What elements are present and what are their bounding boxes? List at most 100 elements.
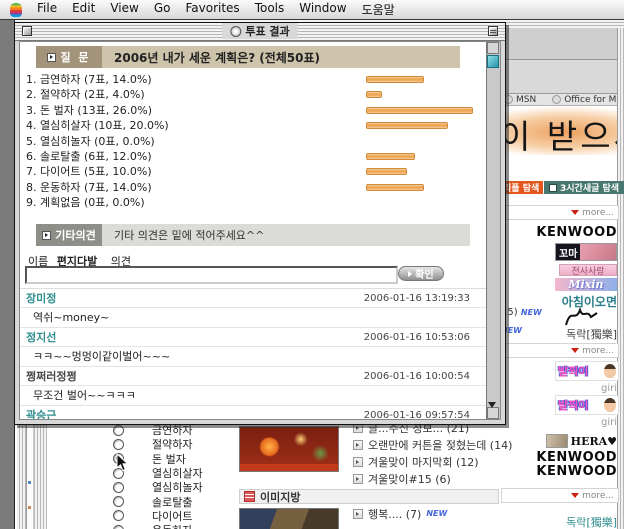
window-title: 투표 결과 xyxy=(222,23,297,39)
menu-item[interactable]: Tools xyxy=(255,1,285,18)
scrollbar-thumb[interactable] xyxy=(487,55,499,68)
poll-result-bar xyxy=(366,91,382,98)
vertical-scrollbar[interactable] xyxy=(486,42,500,419)
comment-text: 역쉬~money~ xyxy=(33,311,109,324)
poll-result-bar xyxy=(366,153,415,160)
comment-timestamp: 2006-01-16 10:00:54 xyxy=(364,371,470,382)
poll-item-row: 6. 솔로탈출 (6표, 12.0%) xyxy=(26,149,480,164)
favorites-item-msn[interactable]: MSN xyxy=(504,95,536,105)
lantern-photo-thumbnail[interactable] xyxy=(239,426,339,472)
radio-button[interactable] xyxy=(113,525,124,529)
menu-item[interactable]: 도움말 xyxy=(362,1,395,18)
poll-option-row: 운동하자 xyxy=(113,523,203,529)
poll-result-bar xyxy=(366,122,448,129)
poll-item-row: 7. 다이어트 (5표, 10.0%) xyxy=(26,164,480,179)
menu-item[interactable]: View xyxy=(110,1,138,18)
face-image xyxy=(604,398,616,412)
more-link[interactable]: more... xyxy=(501,343,619,358)
comment-header-row: 장미정2006-01-16 13:19:33 xyxy=(20,289,486,308)
radio-button[interactable] xyxy=(113,510,124,521)
radio-button[interactable] xyxy=(113,439,124,450)
ad-koma-banner[interactable]: 꼬마 xyxy=(555,243,617,261)
menu-item[interactable]: Go xyxy=(154,1,171,18)
image-room-section-header[interactable]: 이미지방 xyxy=(239,489,499,504)
question-label-text: 질 문 xyxy=(60,49,90,65)
ad-mixin-banner[interactable]: Mixin xyxy=(555,278,617,291)
folder-icon xyxy=(244,491,255,502)
ad-kenwood[interactable]: KENWOOD xyxy=(501,464,617,479)
scroll-up-arrow-icon[interactable] xyxy=(487,42,499,54)
poll-result-bar xyxy=(366,184,424,191)
board-item-text: 오랜만에 커튼을 젖혔는데 (14) xyxy=(368,437,512,453)
collapse-box-icon[interactable] xyxy=(488,26,498,36)
menu-item[interactable]: File xyxy=(37,1,57,18)
ad-hera[interactable]: HERA♥ xyxy=(501,434,617,448)
poll-option-row: 열심히놀자 xyxy=(113,480,203,494)
badge-box-icon xyxy=(549,184,557,192)
apple-menu-icon[interactable] xyxy=(10,3,22,17)
ad-baljjik-banner[interactable]: 발찍이 xyxy=(555,361,619,381)
ad-baljjik-banner[interactable]: 발찍이 xyxy=(555,395,619,415)
ad-kenwood[interactable]: KENWOOD xyxy=(501,450,617,465)
board-item[interactable]: 오랜만에 커튼을 젖혔는데 (14) xyxy=(353,436,518,453)
radio-button[interactable] xyxy=(113,425,124,436)
radio-button[interactable] xyxy=(113,496,124,507)
ad-thumbnail xyxy=(546,434,568,448)
poll-item-text: 5. 열심히놀자 (0표, 0.0%) xyxy=(26,135,155,148)
board-item-text: 겨울맞이 마지막회 (12) xyxy=(368,454,479,470)
poll-window-titlebar[interactable]: 투표 결과 xyxy=(15,23,505,41)
section-title: 이미지방 xyxy=(260,489,300,505)
board-item[interactable]: 겨울맞이#15 (6) xyxy=(353,470,518,487)
board-item[interactable]: 겨울맞이 마지막회 (12) xyxy=(353,453,518,470)
dokrak-link[interactable]: 독락[獨樂] xyxy=(501,514,617,529)
menu-item[interactable]: Edit xyxy=(72,1,95,18)
comment-text-row: 역쉬~money~ xyxy=(20,308,486,328)
post-icon xyxy=(353,474,363,484)
ad-image xyxy=(580,244,616,260)
more-link[interactable]: more... xyxy=(501,488,619,503)
question-text: 2006년 내가 세운 계획은? xyxy=(114,49,255,66)
poll-option-row: 절약하자 xyxy=(113,437,203,451)
comment-author[interactable]: 장미정 xyxy=(26,290,56,306)
board-item[interactable]: 행복.... (7) NEW xyxy=(353,505,518,522)
scroll-down-arrow-icon[interactable] xyxy=(487,407,499,419)
bullet-arrow-icon xyxy=(47,53,56,62)
more-arrow-icon xyxy=(571,348,579,353)
poll-item-text: 3. 돈 벌자 (13표, 26.0%) xyxy=(26,104,152,117)
comment-author[interactable]: 쩡쩌러정쩡 xyxy=(26,368,77,384)
banner-text: 이 받으세 xyxy=(500,110,618,155)
poll-results-list: 1. 금연하자 (7표, 14.0%)2. 절약하자 (2표, 4.0%)3. … xyxy=(26,72,480,211)
opinion-input[interactable] xyxy=(25,266,398,284)
radio-label: 운동하자 xyxy=(152,522,192,529)
comment-timestamp: 2006-01-16 10:53:06 xyxy=(364,332,470,343)
poll-item-text: 6. 솔로탈출 (6표, 12.0%) xyxy=(26,150,152,163)
question-label: 질 문 xyxy=(36,46,102,68)
ad-cheonsa-banner[interactable]: 천사사랑 xyxy=(559,264,617,276)
more-label: more... xyxy=(582,346,614,356)
list-fragment[interactable]: 15) NEW xyxy=(501,307,542,318)
comment-text-row: ㅋㅋ~~멍멍이같이벌어~~~ xyxy=(20,347,486,367)
menu-item[interactable]: Favorites xyxy=(185,1,239,18)
radio-button[interactable] xyxy=(113,482,124,493)
comment-author[interactable]: 곽승근 xyxy=(26,407,56,419)
other-opinion-label-text: 기타의견 xyxy=(55,227,95,243)
confirm-button[interactable]: 확인 xyxy=(398,266,444,281)
ad-kenwood[interactable]: KENWOOD xyxy=(501,225,617,240)
giri-caption: giri xyxy=(501,417,617,428)
poll-item-row: 3. 돈 벌자 (13표, 26.0%) xyxy=(26,103,480,118)
favorites-item-office[interactable]: Office for Macin xyxy=(552,95,624,105)
more-link[interactable]: more... xyxy=(501,205,619,220)
close-box-icon[interactable] xyxy=(22,26,32,36)
poll-result-bar xyxy=(366,168,407,175)
question-text-bar: 2006년 내가 세운 계획은? (전체50표) xyxy=(102,46,460,68)
photo-thumbnail[interactable] xyxy=(239,508,339,529)
poll-item-row: 5. 열심히놀자 (0표, 0.0%) xyxy=(26,134,480,149)
menu-item[interactable]: Window xyxy=(299,1,346,18)
more-label: more... xyxy=(582,208,614,218)
new-badge: NEW xyxy=(521,308,542,317)
giri-caption: giri xyxy=(501,383,617,394)
comment-author[interactable]: 정지선 xyxy=(26,329,56,345)
dokrak-link[interactable]: 독락[獨樂] xyxy=(501,326,617,342)
comment-text-row: 무조건 벌어~~ㅋㅋㅋ xyxy=(20,386,486,406)
new-posts-search-badge[interactable]: 3시간새글 탐색 xyxy=(544,181,624,194)
